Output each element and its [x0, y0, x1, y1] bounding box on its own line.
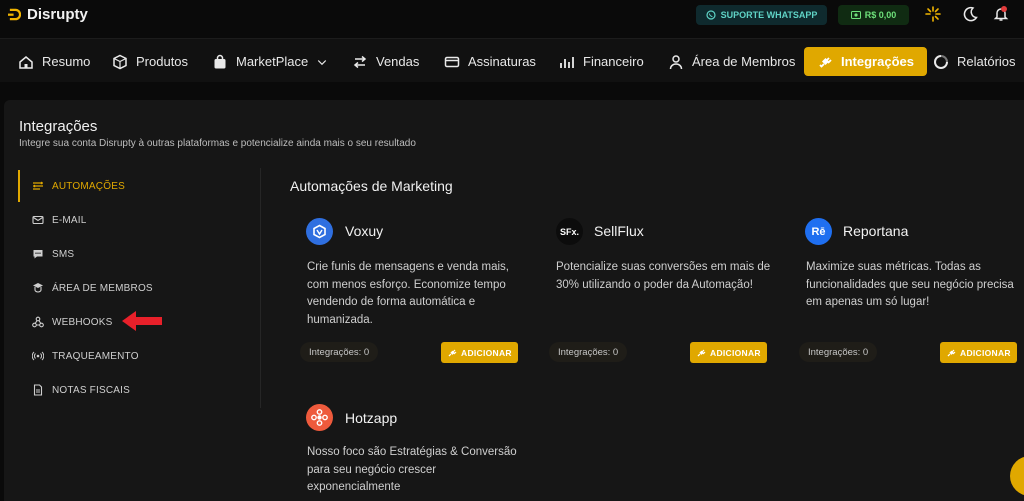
- notification-dot: [1001, 6, 1007, 12]
- red-arrow-icon: [122, 311, 162, 331]
- integrations-count-voxuy: Integrações: 0: [300, 342, 379, 362]
- webhook-icon: [32, 316, 44, 328]
- side-item-label: SMS: [52, 248, 75, 260]
- add-voxuy-button[interactable]: ADICIONAR: [441, 342, 518, 363]
- sellflux-logo-text: SFx.: [559, 226, 579, 237]
- money-icon: [850, 11, 861, 19]
- nav-item-vendas[interactable]: Vendas: [352, 47, 419, 76]
- whatsapp-support-button[interactable]: SUPORTE WHATSAPP: [696, 5, 827, 25]
- nav-item-resumo[interactable]: Resumo: [18, 47, 90, 76]
- section-title: Automações de Marketing: [290, 178, 453, 194]
- invoice-icon: [33, 384, 43, 396]
- chevron-down-icon: [318, 59, 327, 65]
- moon-icon[interactable]: [962, 6, 978, 22]
- app-name-reportana: Reportana: [843, 223, 909, 239]
- app-description-sellflux: Potencialize suas conversões em mais de …: [556, 261, 771, 291]
- side-item-email[interactable]: E-MAIL: [32, 212, 87, 228]
- nav-item-produtos[interactable]: Produtos: [112, 47, 188, 76]
- app-description-reportana: Maximize suas métricas. Todas as funcion…: [806, 261, 1014, 308]
- side-menu-active-indicator: [18, 170, 20, 202]
- app-name-hotzapp: Hotzapp: [345, 410, 398, 426]
- side-item-automacoes[interactable]: AUTOMAÇÕES: [32, 178, 125, 194]
- side-item-webhooks[interactable]: WEBHOOKS: [32, 314, 113, 330]
- nav-item-label: MarketPlace: [236, 54, 309, 69]
- sms-icon: [33, 250, 43, 259]
- balance-value: R$ 0,00: [864, 10, 897, 20]
- side-item-label: E-MAIL: [52, 214, 87, 226]
- tracking-icon: [32, 351, 44, 361]
- plug-icon: [448, 349, 457, 356]
- brand-name: Disrupty: [27, 6, 88, 23]
- side-item-label: NOTAS FISCAIS: [52, 384, 130, 396]
- nav-item-label: Vendas: [376, 54, 420, 69]
- members-icon: [33, 283, 43, 293]
- voxuy-logo-icon: [306, 218, 333, 245]
- hotzapp-logo-icon: [306, 404, 333, 431]
- add-button-label: ADICIONAR: [960, 347, 1011, 358]
- plug-icon: [697, 349, 706, 356]
- box-icon: [113, 54, 127, 69]
- side-menu-divider: [260, 168, 261, 408]
- add-sellflux-button[interactable]: ADICIONAR: [690, 342, 767, 363]
- email-icon: [32, 215, 44, 225]
- nav-item-area-de-membros[interactable]: Área de Membros: [668, 47, 795, 76]
- side-item-label: TRAQUEAMENTO: [52, 350, 139, 362]
- brand[interactable]: Disrupty: [8, 6, 88, 23]
- nav-item-label: Assinaturas: [468, 54, 536, 69]
- sparkle-loader-icon[interactable]: [925, 6, 941, 22]
- nav-item-label: Financeiro: [583, 54, 644, 69]
- app-name-sellflux: SellFlux: [594, 223, 644, 239]
- side-item-traqueamento[interactable]: TRAQUEAMENTO: [32, 348, 139, 364]
- side-item-label: WEBHOOKS: [52, 316, 113, 328]
- nav-item-label: Relatórios: [957, 54, 1016, 69]
- plug-icon: [947, 349, 956, 356]
- main-nav: Resumo Produtos MarketPlace Vendas Assin…: [0, 38, 1024, 82]
- whatsapp-support-label: SUPORTE WHATSAPP: [720, 10, 818, 20]
- app-description-voxuy: Crie funis de mensagens e venda mais, co…: [307, 261, 509, 326]
- side-item-label: ÁREA DE MEMBROS: [52, 282, 153, 294]
- nav-item-assinaturas[interactable]: Assinaturas: [444, 47, 536, 76]
- plug-icon: [819, 56, 832, 68]
- nav-item-relatorios[interactable]: Relatórios: [933, 47, 1024, 76]
- reportana-logo-icon: Rē: [805, 218, 832, 245]
- report-icon: [934, 54, 948, 69]
- add-button-label: ADICIONAR: [710, 347, 761, 358]
- nav-item-label: Produtos: [136, 54, 189, 69]
- nav-item-label: Resumo: [42, 54, 91, 69]
- chart-icon: [560, 56, 574, 68]
- app-name-voxuy: Voxuy: [345, 223, 384, 239]
- top-bar: Disrupty SUPORTE WHATSAPP R$ 0,00: [0, 0, 1024, 36]
- integrations-count-sellflux: Integrações: 0: [549, 342, 628, 362]
- side-item-sms[interactable]: SMS: [32, 246, 74, 262]
- side-item-label: AUTOMAÇÕES: [52, 180, 125, 192]
- arrows-icon: [353, 55, 367, 68]
- reportana-logo-text: Rē: [811, 225, 826, 238]
- nav-item-label: Integrações: [841, 54, 914, 69]
- side-item-area-de-membros[interactable]: ÁREA DE MEMBROS: [32, 280, 153, 296]
- card-icon: [444, 56, 460, 67]
- nav-item-label: Área de Membros: [692, 54, 796, 69]
- integrations-count-reportana: Integrações: 0: [799, 342, 878, 362]
- whatsapp-icon: [705, 10, 716, 20]
- side-item-notas-fiscais[interactable]: NOTAS FISCAIS: [32, 382, 130, 398]
- user-icon: [669, 54, 683, 69]
- page-subtitle: Integre sua conta Disrupty à outras plat…: [19, 138, 416, 149]
- brand-logo-icon: [8, 8, 21, 21]
- balance-button[interactable]: R$ 0,00: [838, 5, 909, 25]
- app-description-hotzapp: Nosso foco são Estratégias & Conversão p…: [307, 446, 517, 493]
- nav-item-integracoes[interactable]: Integrações: [804, 47, 927, 76]
- nav-item-financeiro[interactable]: Financeiro: [559, 47, 644, 76]
- automation-icon: [33, 181, 43, 190]
- add-button-label: ADICIONAR: [461, 347, 512, 358]
- nav-item-marketplace[interactable]: MarketPlace: [212, 47, 328, 76]
- add-reportana-button[interactable]: ADICIONAR: [940, 342, 1017, 363]
- page-title: Integrações: [19, 118, 98, 135]
- home-icon: [19, 55, 33, 69]
- bag-icon: [214, 54, 226, 68]
- sellflux-logo-icon: SFx.: [556, 218, 583, 245]
